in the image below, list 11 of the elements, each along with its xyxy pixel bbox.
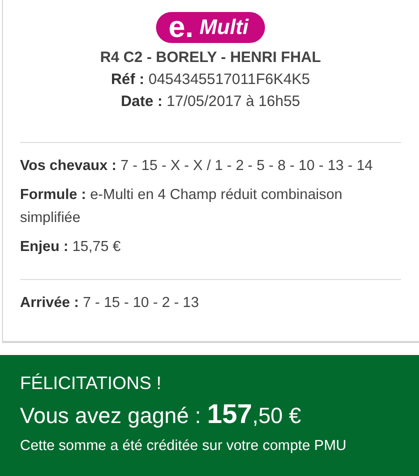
congratulations-text: FÉLICITATIONS ! — [20, 372, 162, 395]
date-text: Date : 17/05/2017 à 16h55 — [120, 93, 300, 110]
winnings-text: Vous avez gagné : 157,50 € — [20, 398, 302, 431]
reference-text: Réf : 0454345517011F6K4K5 — [110, 71, 310, 88]
bet-detail: Formule : e-Multi en 4 Champ réduit combinaison simplifiée — [20, 186, 344, 228]
bet-detail: Enjeu : 15,75 € — [20, 238, 122, 257]
emulti-logo: e. Multi — [156, 12, 264, 43]
result-text: Arrivée : 7 - 15 - 10 - 2 - 13 — [20, 294, 200, 313]
race-title: R4 C2 - BORELY - HENRI FHAL — [100, 49, 321, 66]
credit-note: Cette somme a été créditée sur votre compte PMU — [20, 437, 348, 456]
bet-detail: Vos chevaux : 7 - 15 - X - X / 1 - 2 - 5 - 8 - 10 - 13 - 14 — [20, 157, 374, 176]
